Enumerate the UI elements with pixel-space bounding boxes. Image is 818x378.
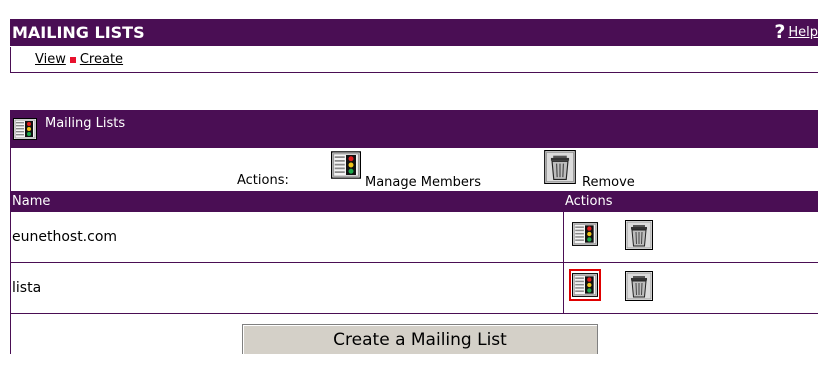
mailing-lists-panel: Mailing Lists Actions: Manage Members Re… (10, 110, 818, 354)
manage-members-icon[interactable] (331, 151, 361, 179)
table-row: lista (10, 263, 818, 314)
column-header-actions: Actions (565, 194, 613, 209)
manage-members-label: Manage Members (365, 175, 482, 190)
remove-trash-icon[interactable] (625, 270, 653, 302)
sub-navigation: View Create (10, 47, 818, 73)
remove-label: Remove (582, 175, 635, 190)
list-name: lista (12, 280, 42, 296)
create-link[interactable]: Create (80, 52, 123, 67)
question-mark-icon[interactable]: ? (774, 22, 785, 42)
table-row: eunethost.com (10, 212, 818, 263)
help-link[interactable]: ? Help (774, 22, 818, 42)
column-header-name: Name (12, 194, 51, 209)
panel-header: Mailing Lists (10, 110, 818, 148)
table-header: Name Actions (10, 192, 818, 212)
page-title: MAILING LISTS (12, 23, 145, 42)
actions-legend-label: Actions: (237, 173, 289, 188)
help-label[interactable]: Help (788, 25, 818, 40)
manage-members-icon[interactable] (572, 221, 598, 247)
separator-square-icon (69, 56, 76, 63)
list-name: eunethost.com (12, 229, 118, 245)
panel-title: Mailing Lists (45, 115, 126, 131)
view-link[interactable]: View (35, 52, 66, 67)
remove-trash-icon[interactable] (544, 150, 576, 184)
row-actions-cell (563, 212, 818, 262)
actions-legend: Actions: Manage Members Remove (10, 148, 818, 192)
row-actions-cell (563, 263, 818, 313)
manage-members-icon[interactable] (569, 269, 601, 301)
create-mailing-list-button[interactable]: Create a Mailing List (242, 324, 598, 354)
remove-trash-icon[interactable] (625, 219, 653, 251)
create-button-row: Create a Mailing List (10, 314, 818, 354)
page-header: MAILING LISTS ? Help (10, 19, 818, 46)
mailing-list-icon (13, 118, 37, 140)
